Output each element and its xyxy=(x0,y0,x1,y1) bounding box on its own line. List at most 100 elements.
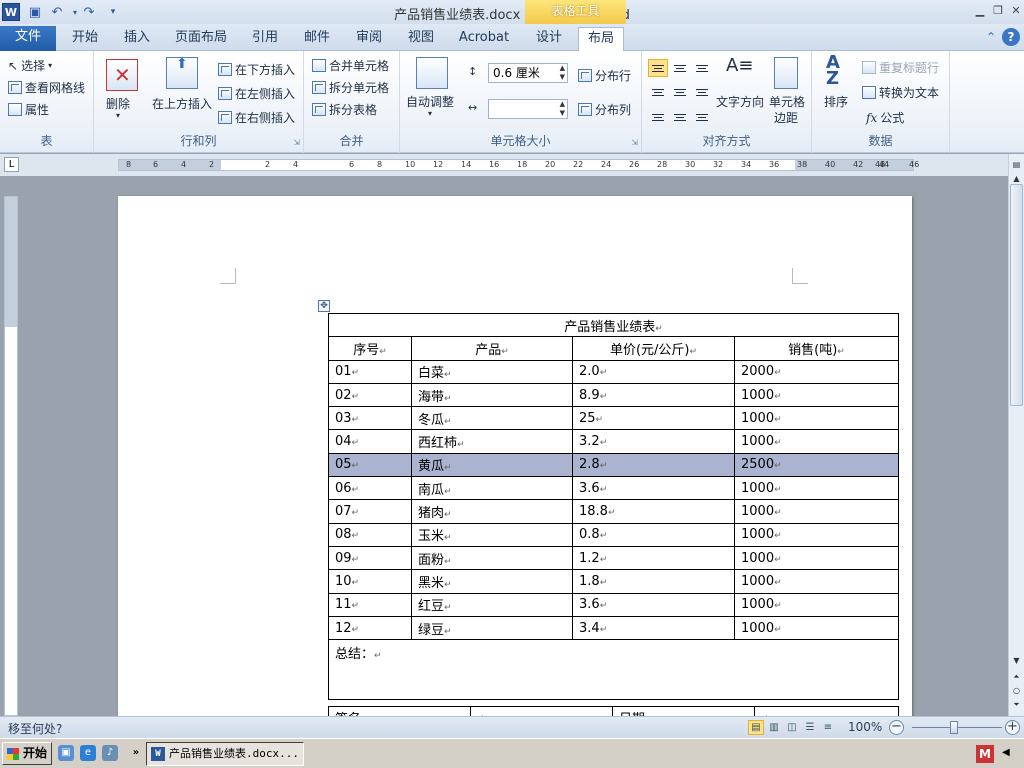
table-cell[interactable]: 1000↵ xyxy=(734,382,899,408)
align-bottom-right-button[interactable] xyxy=(692,108,712,126)
autofit-dropdown-icon[interactable]: ▾ xyxy=(428,109,432,118)
split-cells-button[interactable]: 拆分单元格 xyxy=(312,79,389,96)
align-bottom-left-button[interactable] xyxy=(648,108,668,126)
taskbar-word-document[interactable]: W 产品销售业绩表.docx... xyxy=(146,742,304,766)
formula-button[interactable]: fx 公式 xyxy=(866,109,904,126)
spinner-arrows-icon[interactable]: ▲ ▼ xyxy=(560,64,565,82)
zoom-level[interactable]: 100% xyxy=(848,720,882,734)
table-cell[interactable]: 3.4↵ xyxy=(572,615,735,641)
table-cell[interactable]: 1000↵ xyxy=(734,476,899,501)
signature-value-cell[interactable]: ↵ xyxy=(470,706,613,716)
insert-right-button[interactable]: 在右侧插入 xyxy=(218,109,295,126)
tray-expand-icon[interactable]: ◀ xyxy=(1002,747,1010,758)
scroll-down-icon[interactable]: ▼ xyxy=(1010,654,1023,667)
table-title-cell[interactable]: 产品销售业绩表↵ xyxy=(328,312,899,338)
table-cell[interactable]: 猪肉↵ xyxy=(411,499,573,524)
media-player-icon[interactable]: ♪ xyxy=(102,745,118,761)
tab-insert[interactable]: 插入 xyxy=(114,27,160,51)
table-cell[interactable]: 0.8↵ xyxy=(572,522,735,547)
table-cell[interactable]: 01↵ xyxy=(328,359,412,384)
delete-dropdown-icon[interactable]: ▾ xyxy=(116,111,120,120)
table-cell[interactable]: 11↵ xyxy=(328,592,412,617)
table-cell[interactable]: 3.2↵ xyxy=(572,429,735,454)
table-cell[interactable]: 面粉↵ xyxy=(411,545,573,571)
table-cell[interactable]: 玉米↵ xyxy=(411,522,573,547)
more-quicklaunch-icon[interactable]: » xyxy=(128,745,144,761)
header-cell[interactable]: 单价(元/公斤)↵ xyxy=(572,336,735,361)
tab-layout[interactable]: 布局 xyxy=(578,27,624,52)
table-row[interactable]: 12↵ 绿豆↵ 3.4↵ 1000↵ xyxy=(328,615,899,641)
table-cell[interactable]: 09↵ xyxy=(328,545,412,571)
align-middle-left-button[interactable] xyxy=(648,83,668,101)
table-cell[interactable]: 2.0↵ xyxy=(572,359,735,384)
table-row[interactable]: 01↵ 白菜↵ 2.0↵ 2000↵ xyxy=(328,359,899,384)
sales-table[interactable]: 产品销售业绩表↵ 序号↵ 产品↵ 单价(元/公斤)↵ 销售(吨)↵ 01↵ 白菜↵… xyxy=(328,312,899,701)
tab-file[interactable]: 文件 xyxy=(0,26,56,51)
date-label-cell[interactable]: 日期↵ xyxy=(612,706,755,716)
split-table-button[interactable]: 拆分表格 xyxy=(312,101,377,118)
table-row[interactable]: 09↵ 面粉↵ 1.2↵ 1000↵ xyxy=(328,545,899,571)
autofit-button[interactable]: 自动调整 xyxy=(406,93,454,110)
table-cell[interactable]: 3.6↵ xyxy=(572,592,735,617)
row-height-input[interactable]: 0.6 厘米 ▲ ▼ xyxy=(488,63,568,83)
scrollbar-thumb[interactable] xyxy=(1010,184,1023,406)
table-cell[interactable]: 3.6↵ xyxy=(572,476,735,501)
table-cell[interactable]: 1000↵ xyxy=(734,615,899,641)
properties-button[interactable]: 属性 xyxy=(8,101,49,118)
table-move-handle[interactable]: ✥ xyxy=(318,300,330,312)
outline-view-icon[interactable]: ☰ xyxy=(802,720,818,735)
internet-explorer-icon[interactable]: e xyxy=(80,745,96,761)
tab-stop-selector[interactable]: L xyxy=(4,157,19,172)
col-width-input[interactable]: ▲ ▼ xyxy=(488,99,568,119)
table-cell[interactable]: 10↵ xyxy=(328,569,412,594)
zoom-in-icon[interactable]: + xyxy=(1005,720,1020,735)
table-cell[interactable]: 海带↵ xyxy=(411,382,573,408)
text-direction-button[interactable]: 文字方向 xyxy=(716,93,764,110)
header-cell[interactable]: 序号↵ xyxy=(328,336,412,361)
tab-review[interactable]: 审阅 xyxy=(346,27,392,51)
table-row[interactable]: 11↵ 红豆↵ 3.6↵ 1000↵ xyxy=(328,592,899,617)
header-cell[interactable]: 产品↵ xyxy=(411,336,573,361)
tab-references[interactable]: 引用 xyxy=(242,27,288,51)
insert-above-button[interactable]: 在上方插入 xyxy=(152,95,212,112)
view-gridlines-button[interactable]: 查看网格线 xyxy=(8,79,85,96)
tab-page-layout[interactable]: 页面布局 xyxy=(168,27,234,51)
table-row[interactable]: 04↵ 西红柿↵ 3.2↵ 1000↵ xyxy=(328,429,899,454)
horizontal-ruler[interactable]: 8 6 4 2 2 4 6 8 10 12 14 16 18 20 22 24 26 28 30 32 34 36 38 40… xyxy=(118,159,919,171)
tab-acrobat[interactable]: Acrobat xyxy=(452,27,516,51)
table-row[interactable]: 02↵ 海带↵ 8.9↵ 1000↵ xyxy=(328,382,899,408)
tab-view[interactable]: 视图 xyxy=(398,27,444,51)
table-cell[interactable]: 03↵ xyxy=(328,406,412,431)
align-top-center-button[interactable] xyxy=(670,59,690,77)
show-desktop-icon[interactable]: ▣ xyxy=(58,745,74,761)
start-button[interactable]: 开始 xyxy=(2,742,52,765)
table-cell[interactable]: 黑米↵ xyxy=(411,569,573,594)
table-cell[interactable]: 1000↵ xyxy=(734,499,899,524)
table-row[interactable]: 07↵ 猪肉↵ 18.8↵ 1000↵ xyxy=(328,499,899,524)
table-cell[interactable]: 1000↵ xyxy=(734,522,899,547)
distribute-rows-button[interactable]: 分布行 xyxy=(578,67,631,84)
table-cell[interactable]: 冬瓜↵ xyxy=(411,406,573,431)
convert-to-text-button[interactable]: 转换为文本 xyxy=(862,84,939,101)
header-cell[interactable]: 销售(吨)↵ xyxy=(734,336,899,361)
minimize-button[interactable]: ▁ xyxy=(972,3,988,19)
cell-margins-button[interactable]: 单元格 xyxy=(769,93,805,110)
table-cell[interactable]: 07↵ xyxy=(328,499,412,524)
table-cell[interactable]: 2500↵ xyxy=(734,452,899,478)
next-page-icon[interactable]: ⏷ xyxy=(1010,698,1023,711)
browse-object-icon[interactable]: ○ xyxy=(1010,684,1023,697)
table-cell[interactable]: 25↵ xyxy=(572,406,735,431)
delete-button[interactable]: 删除 xyxy=(106,95,130,112)
table-cell[interactable]: 西红柿↵ xyxy=(411,429,573,454)
table-cell[interactable]: 1.8↵ xyxy=(572,569,735,594)
table-row[interactable]: 06↵ 南瓜↵ 3.6↵ 1000↵ xyxy=(328,476,899,501)
vertical-ruler[interactable] xyxy=(4,196,18,716)
select-button[interactable]: ↖ 选择 ▾ xyxy=(8,57,52,74)
insert-left-button[interactable]: 在左侧插入 xyxy=(218,85,295,102)
restore-button[interactable]: ❐ xyxy=(990,3,1006,19)
table-cell[interactable]: 08↵ xyxy=(328,522,412,547)
collapse-ribbon-icon[interactable]: ⌃ xyxy=(986,30,996,44)
dialog-launcher-icon[interactable]: ⇲ xyxy=(293,138,300,147)
table-cell[interactable]: 2.8↵ xyxy=(572,452,735,478)
document-area[interactable]: ✥ 产品销售业绩表↵ 序号↵ 产品↵ 单价(元/公斤)↵ 销售(吨)↵ 01↵ 白… xyxy=(20,176,1008,716)
